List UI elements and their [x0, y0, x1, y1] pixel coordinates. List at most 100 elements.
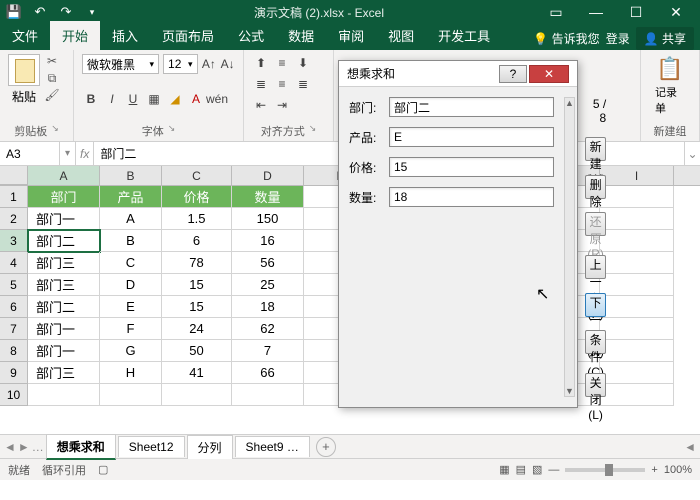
font-color-icon[interactable]: A	[187, 90, 205, 108]
formula-expand-icon[interactable]: ⌄	[684, 142, 700, 165]
cell[interactable]: 62	[232, 318, 304, 340]
hscroll-left-icon[interactable]: ◄	[684, 440, 696, 454]
cell[interactable]: 41	[162, 362, 232, 384]
row-header[interactable]: 2	[0, 208, 28, 230]
cell[interactable]: 部门二	[28, 230, 100, 252]
cell[interactable]: H	[100, 362, 162, 384]
table-header-cell[interactable]: 部门	[28, 186, 100, 208]
increase-indent-icon[interactable]: ⇥	[273, 96, 291, 114]
tab-data[interactable]: 数据	[276, 21, 326, 50]
align-top-icon[interactable]: ⬆	[252, 54, 270, 72]
font-size-combo[interactable]: 12▾	[163, 54, 198, 74]
zoom-in-icon[interactable]: +	[651, 464, 657, 476]
col-header[interactable]: D	[232, 166, 304, 185]
name-box-dropdown-icon[interactable]: ▾	[60, 142, 76, 165]
clipboard-dialog-icon[interactable]: ↘	[51, 123, 59, 139]
save-icon[interactable]: 💾	[4, 2, 24, 22]
cell[interactable]: 部门一	[28, 340, 100, 362]
qat-dropdown-icon[interactable]: ▾	[82, 2, 102, 22]
add-sheet-icon[interactable]: +	[316, 437, 336, 457]
row-header[interactable]: 9	[0, 362, 28, 384]
zoom-out-icon[interactable]: —	[548, 464, 559, 476]
name-box[interactable]: A3	[0, 142, 60, 165]
row-header[interactable]: 7	[0, 318, 28, 340]
cell[interactable]: C	[100, 252, 162, 274]
align-bottom-icon[interactable]: ⬇	[294, 54, 312, 72]
field-input-price[interactable]	[389, 157, 554, 177]
field-input-qty[interactable]	[389, 187, 554, 207]
prev-record-button[interactable]: 上一条(P)	[585, 255, 606, 279]
close-form-button[interactable]: 关闭(L)	[585, 373, 606, 397]
field-input-dept[interactable]	[389, 97, 554, 117]
decrease-indent-icon[interactable]: ⇤	[252, 96, 270, 114]
tab-view[interactable]: 视图	[376, 21, 426, 50]
cell[interactable]: 部门三	[28, 362, 100, 384]
tab-review[interactable]: 审阅	[326, 21, 376, 50]
view-page-break-icon[interactable]: ▧	[532, 463, 542, 476]
cell[interactable]: 25	[232, 274, 304, 296]
cell[interactable]: 6	[162, 230, 232, 252]
phonetic-icon[interactable]: wén	[208, 90, 226, 108]
table-header-cell[interactable]: 数量	[232, 186, 304, 208]
tab-file[interactable]: 文件	[0, 21, 50, 50]
align-middle-icon[interactable]: ≡	[273, 54, 291, 72]
cell[interactable]: D	[100, 274, 162, 296]
share-button[interactable]: 👤 共享	[636, 27, 694, 50]
cell[interactable]: 15	[162, 274, 232, 296]
sheet-nav-prev-icon[interactable]: ◄	[4, 440, 16, 454]
col-header[interactable]: A	[28, 166, 100, 185]
cell[interactable]: 16	[232, 230, 304, 252]
align-left-icon[interactable]: ≣	[252, 75, 270, 93]
cell[interactable]: B	[100, 230, 162, 252]
tab-formulas[interactable]: 公式	[226, 21, 276, 50]
cell[interactable]: 部门三	[28, 274, 100, 296]
format-painter-icon[interactable]: 🖌	[44, 88, 60, 102]
zoom-level[interactable]: 100%	[664, 464, 692, 476]
next-record-button[interactable]: 下一条(N)	[585, 293, 606, 317]
border-icon[interactable]: ▦	[145, 90, 163, 108]
tell-me[interactable]: 💡 告诉我您	[533, 30, 599, 47]
col-header[interactable]: I	[600, 166, 674, 185]
tab-insert[interactable]: 插入	[100, 21, 150, 50]
cell[interactable]: 部门三	[28, 252, 100, 274]
fx-icon[interactable]: fx	[80, 147, 89, 161]
fill-color-icon[interactable]: ◢	[166, 90, 184, 108]
row-header[interactable]: 3	[0, 230, 28, 252]
sheet-nav-next-icon[interactable]: ►	[18, 440, 30, 454]
undo-icon[interactable]: ↶	[30, 2, 50, 22]
field-input-prod[interactable]	[389, 127, 554, 147]
cell[interactable]: 24	[162, 318, 232, 340]
row-header[interactable]: 4	[0, 252, 28, 274]
scroll-up-icon[interactable]: ▲	[565, 98, 574, 108]
login-link[interactable]: 登录	[606, 30, 630, 47]
cell[interactable]: A	[100, 208, 162, 230]
table-header-cell[interactable]: 产品	[100, 186, 162, 208]
dialog-close-icon[interactable]: ✕	[529, 65, 569, 83]
cell[interactable]: 部门一	[28, 318, 100, 340]
scroll-down-icon[interactable]: ▼	[565, 386, 574, 396]
sheet-tab[interactable]: Sheet12	[118, 436, 185, 457]
increase-font-icon[interactable]: A↑	[202, 55, 217, 73]
new-record-button[interactable]: 新建(W)	[585, 137, 606, 161]
tab-home[interactable]: 开始	[50, 21, 100, 50]
record-card-button[interactable]: 📋 记录单	[649, 54, 691, 118]
criteria-button[interactable]: 条件(C)	[585, 330, 606, 354]
font-name-combo[interactable]: 微软雅黑▾	[82, 54, 159, 74]
view-page-layout-icon[interactable]: ▤	[516, 463, 526, 476]
row-header[interactable]: 10	[0, 384, 28, 406]
cell[interactable]: G	[100, 340, 162, 362]
cell[interactable]: 部门二	[28, 296, 100, 318]
row-header[interactable]: 8	[0, 340, 28, 362]
cell[interactable]: 7	[232, 340, 304, 362]
redo-icon[interactable]: ↷	[56, 2, 76, 22]
minimize-icon[interactable]: —	[576, 0, 616, 24]
cut-icon[interactable]: ✂	[44, 54, 60, 68]
tab-page-layout[interactable]: 页面布局	[150, 21, 226, 50]
select-all-corner[interactable]	[0, 166, 28, 185]
cell[interactable]: 1.5	[162, 208, 232, 230]
cell[interactable]: 18	[232, 296, 304, 318]
dialog-scrollbar[interactable]: ▲ ▼	[564, 97, 575, 397]
decrease-font-icon[interactable]: A↓	[220, 55, 235, 73]
cell[interactable]: 56	[232, 252, 304, 274]
cell[interactable]: 66	[232, 362, 304, 384]
